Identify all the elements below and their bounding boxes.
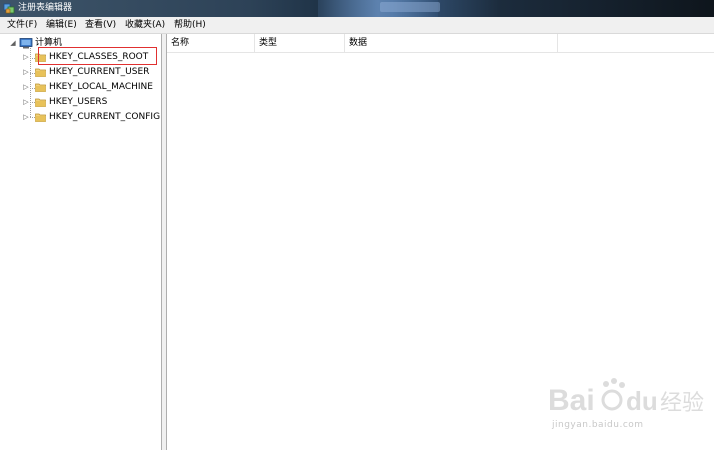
expand-arrow-icon[interactable]: ▷ <box>22 52 30 62</box>
tree-node-hkey-current-user[interactable]: ▷ HKEY_CURRENT_USER <box>0 65 160 79</box>
tree-node-hkey-current-config[interactable]: ▷ HKEY_CURRENT_CONFIG <box>0 110 160 124</box>
watermark-url: jingyan.baidu.com <box>552 420 644 430</box>
svg-text:经验: 经验 <box>660 391 704 416</box>
expand-arrow-icon[interactable]: ▷ <box>22 112 30 122</box>
annotation-highlight-box <box>38 47 157 65</box>
menu-help[interactable]: 帮助(H) <box>174 19 206 31</box>
regedit-app-icon <box>3 3 15 14</box>
menu-view[interactable]: 查看(V) <box>85 19 116 31</box>
tree-node-hkey-local-machine[interactable]: ▷ HKEY_LOCAL_MACHINE <box>0 80 160 94</box>
list-header: 名称 类型 数据 <box>167 34 714 53</box>
title-bar: 注册表编辑器 <box>0 0 714 17</box>
menu-favorites[interactable]: 收藏夹(A) <box>125 19 165 31</box>
folder-icon <box>35 68 46 77</box>
background-blur-highlight <box>380 2 440 12</box>
tree-node-label: HKEY_CURRENT_CONFIG <box>49 112 161 122</box>
tree-node-label: HKEY_LOCAL_MACHINE <box>49 82 153 92</box>
tree-node-hkey-users[interactable]: ▷ HKEY_USERS <box>0 95 160 109</box>
folder-icon <box>35 113 46 122</box>
column-header-name[interactable]: 名称 <box>167 34 255 52</box>
menu-edit[interactable]: 编辑(E) <box>46 19 77 31</box>
folder-icon <box>35 98 46 107</box>
menu-bar: 文件(F) 编辑(E) 查看(V) 收藏夹(A) 帮助(H) <box>0 17 714 34</box>
column-header-data[interactable]: 数据 <box>345 34 558 52</box>
svg-text:Bai: Bai <box>548 384 595 417</box>
window-title: 注册表编辑器 <box>18 3 73 13</box>
collapse-arrow-icon[interactable]: ◢ <box>9 38 17 48</box>
folder-icon <box>35 83 46 92</box>
expand-arrow-icon[interactable]: ▷ <box>22 82 30 92</box>
svg-text:du: du <box>626 386 658 416</box>
tree-node-label: HKEY_CURRENT_USER <box>49 67 150 77</box>
menu-file[interactable]: 文件(F) <box>7 19 37 31</box>
expand-arrow-icon[interactable]: ▷ <box>22 67 30 77</box>
expand-arrow-icon[interactable]: ▷ <box>22 97 30 107</box>
tree-node-label: HKEY_USERS <box>49 97 108 107</box>
column-header-type[interactable]: 类型 <box>255 34 345 52</box>
computer-icon <box>19 38 33 49</box>
